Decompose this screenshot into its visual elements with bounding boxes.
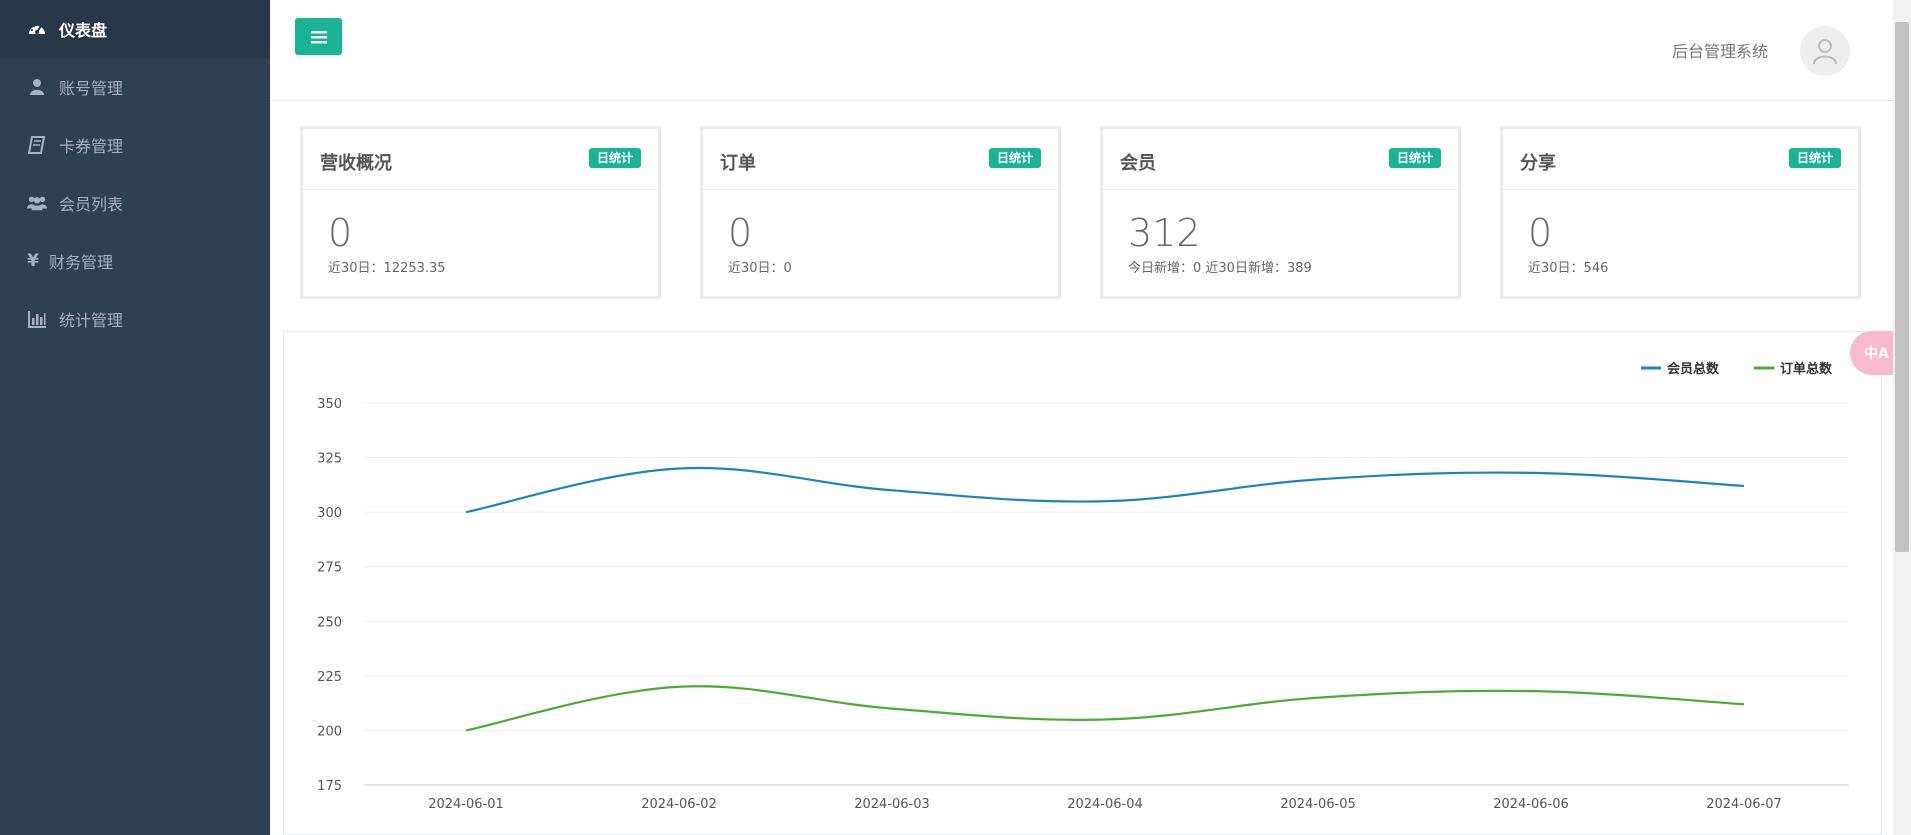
card-header: 营收概况 日统计 [303,129,658,190]
x-tick-label: 2024-06-01 [428,797,504,812]
stat-card-revenue: 营收概况 日统计 0 近30日：12253.35 [300,126,661,299]
x-tick-label: 2024-06-04 [1067,797,1143,812]
line-chart: 175 200 225 250 275 300 325 350 2024-06-01 2024-0… [317,361,1849,812]
x-tick-label: 2024-06-05 [1280,797,1356,812]
menu-toggle-button[interactable] [295,18,342,55]
yen-icon: ¥ [27,251,39,271]
sidebar-item-label: 财务管理 [49,253,114,272]
legend-label: 会员总数 [1667,361,1720,377]
series-line-0 [465,466,1745,514]
user-avatar-icon [1813,39,1837,65]
x-tick-label: 2024-06-03 [854,797,930,812]
sidebar-item-label: 仪表盘 [59,21,108,40]
status-badge: 日统计 [588,148,641,168]
x-tick-label: 2024-06-02 [641,797,717,812]
card-subtext: 近30日：546 [1528,261,1609,276]
status-badge: 日统计 [1388,148,1441,168]
status-badge: 日统计 [1788,148,1841,168]
series-line-1 [465,685,1745,732]
sidebar-item-dashboard[interactable]: 仪表盘 [0,0,270,58]
y-tick-label: 300 [317,506,342,521]
card-header: 分享 日统计 [1503,129,1858,190]
y-tick-label: 225 [317,670,342,685]
sidebar-item-label: 会员列表 [59,195,124,214]
card-value: 312 [1128,211,1201,255]
y-tick-label: 175 [317,779,342,794]
y-tick-label: 275 [317,561,342,576]
card-title: 分享 [1520,153,1556,174]
card-value: 0 [328,211,353,255]
sidebar-item-statistics[interactable]: 统计管理 [0,290,270,348]
sidebar-item-label: 账号管理 [59,79,124,98]
sidebar-item-members[interactable]: 会员列表 [0,174,270,232]
status-badge: 日统计 [988,148,1041,168]
stat-card-members: 会员 日统计 312 今日新增：0 近30日新增：389 [1100,126,1461,299]
card-subtext: 近30日：12253.35 [328,261,446,276]
y-tick-label: 250 [317,615,342,630]
dashboard-icon [26,18,48,40]
y-tick-label: 325 [317,452,342,467]
card-title: 会员 [1120,153,1156,174]
sidebar-item-coupons[interactable]: 卡券管理 [0,116,270,174]
y-tick-label: 200 [317,724,342,739]
sidebar-item-accounts[interactable]: 账号管理 [0,58,270,116]
top-header: 后台管理系统 [270,0,1893,101]
card-value: 0 [728,211,753,255]
users-icon [26,192,48,214]
stat-card-shares: 分享 日统计 0 近30日：546 [1500,126,1861,299]
translate-icon: 中A [1864,346,1889,362]
x-tick-label: 2024-06-06 [1493,797,1569,812]
x-tick-label: 2024-06-07 [1706,797,1782,812]
stat-card-orders: 订单 日统计 0 近30日：0 [700,126,1061,299]
user-avatar[interactable] [1800,26,1850,76]
user-icon [26,76,48,98]
sidebar-item-label: 卡券管理 [59,137,124,156]
card-subtext: 今日新增：0 近30日新增：389 [1128,261,1312,276]
legend-label: 订单总数 [1780,361,1833,377]
y-tick-label: 350 [317,397,342,412]
sidebar-item-label: 统计管理 [59,311,124,330]
chart-panel: 175 200 225 250 275 300 325 350 2024-06-01 2024-0… [283,331,1882,835]
card-title: 营收概况 [320,153,392,174]
card-value: 0 [1528,211,1553,255]
card-title: 订单 [720,153,756,174]
bar-chart-icon [26,308,48,330]
book-icon [26,134,48,156]
hamburger-icon [310,30,327,43]
card-header: 会员 日统计 [1103,129,1458,190]
sidebar-item-finance[interactable]: ¥ 财务管理 [0,232,270,290]
system-title: 后台管理系统 [1672,42,1769,61]
card-header: 订单 日统计 [703,129,1058,190]
page-scrollbar[interactable] [1893,0,1911,835]
scrollbar-thumb[interactable] [1895,22,1909,552]
sidebar: 仪表盘 账号管理 卡券管理 会员列表 ¥ 财务管理 统计管理 [0,0,270,835]
card-subtext: 近30日：0 [728,261,792,276]
